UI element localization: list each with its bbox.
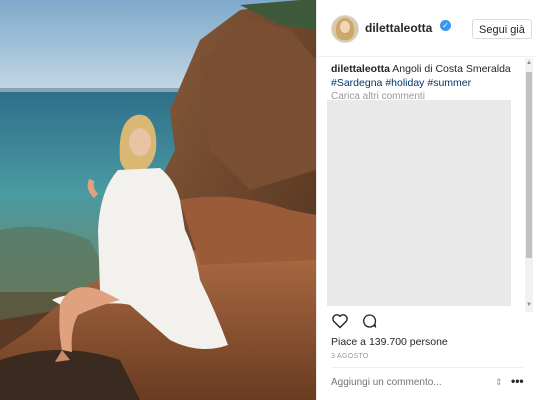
post-header: dilettaleotta ✓ Segui già	[317, 0, 536, 57]
hashtag-link[interactable]: #holiday	[385, 77, 424, 89]
post-photo[interactable]	[0, 0, 316, 400]
comments-area: · · · · · · · · · ·	[327, 100, 511, 306]
scroll-up-arrow-icon[interactable]: ▲	[525, 60, 533, 66]
post-caption: dilettaleotta Angoli di Costa Smeralda #…	[331, 62, 521, 90]
post-actions	[331, 313, 386, 333]
more-options-icon[interactable]: •••	[511, 374, 524, 388]
verified-badge-icon: ✓	[440, 20, 451, 31]
post-side-panel: dilettaleotta ✓ Segui già dilettaleotta …	[316, 0, 536, 400]
likes-count[interactable]: Piace a 139.700 persone	[331, 336, 448, 348]
caption-username[interactable]: dilettaleotta	[331, 63, 390, 75]
scrollbar-thumb[interactable]	[526, 72, 532, 258]
post-date: 3 AGOSTO	[331, 353, 369, 360]
hashtag-link[interactable]: #Sardegna	[331, 77, 382, 89]
heart-icon[interactable]	[331, 313, 349, 329]
scroll-down-arrow-icon[interactable]: ▼	[525, 302, 533, 308]
comments-scrollbar[interactable]: ▲ ▼	[525, 58, 533, 312]
comment-icon[interactable]	[361, 313, 378, 329]
sort-arrows-icon[interactable]: ⇕	[495, 377, 503, 388]
hashtag-link[interactable]: #summer	[427, 77, 471, 89]
username-link[interactable]: dilettaleotta	[365, 21, 432, 35]
avatar[interactable]	[331, 15, 359, 43]
following-button[interactable]: Segui già	[472, 19, 532, 39]
beach-photo-illustration	[0, 0, 316, 400]
caption-text: Angoli di Costa Smeralda	[392, 63, 511, 75]
loading-placeholder: · · · · · · · · · ·	[402, 206, 449, 215]
add-comment-input[interactable]	[331, 377, 481, 388]
divider	[331, 367, 523, 368]
